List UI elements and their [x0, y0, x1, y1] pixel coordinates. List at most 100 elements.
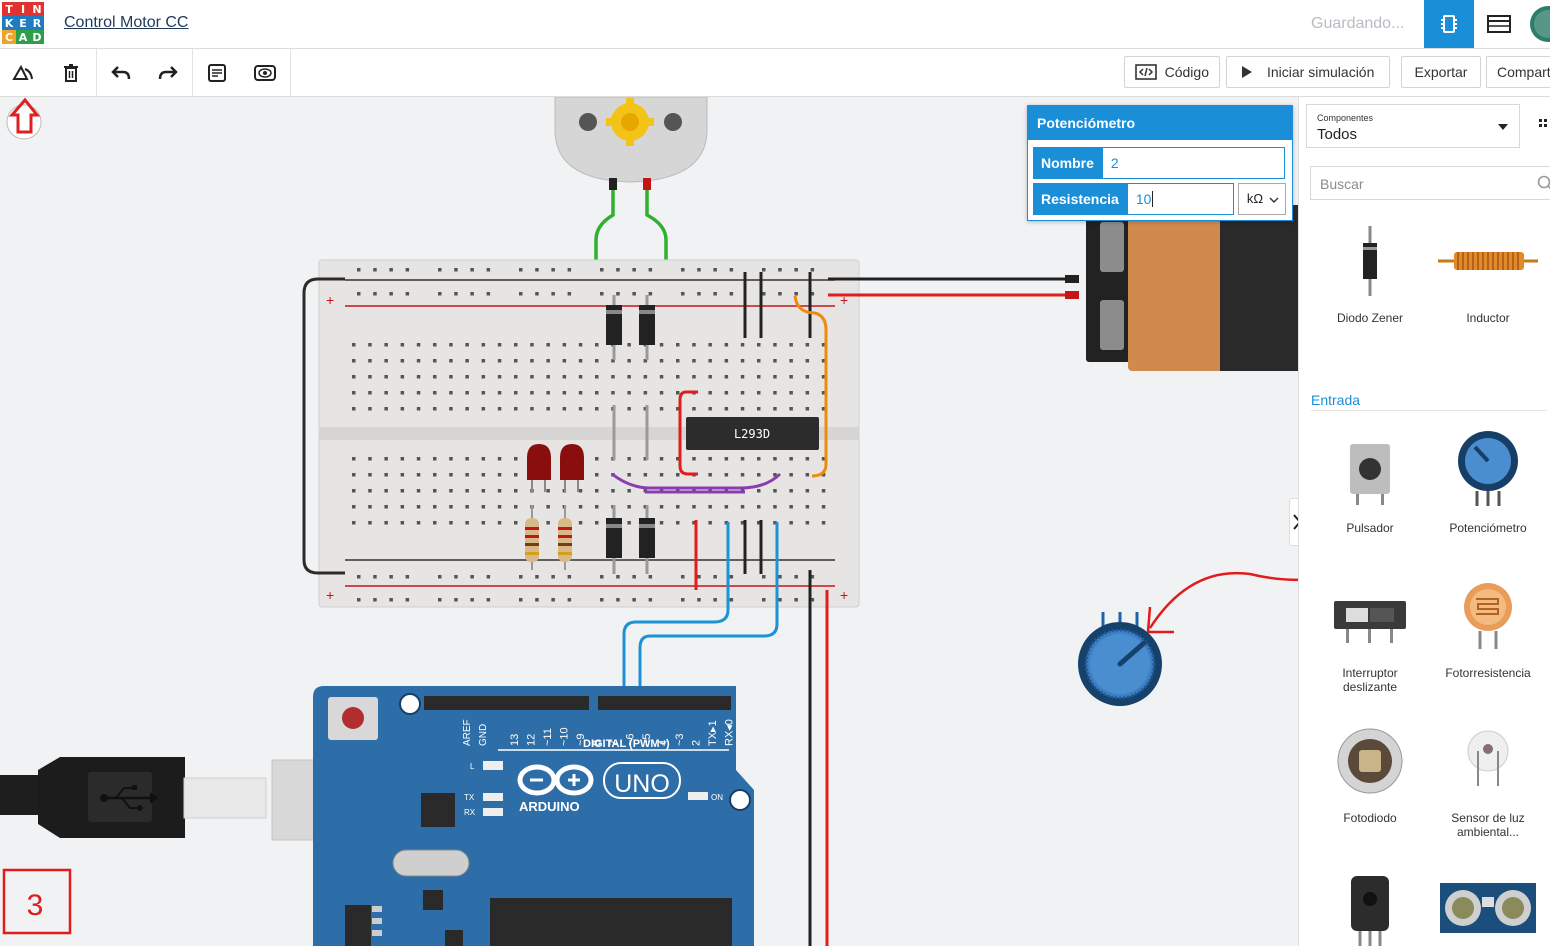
svg-text:+: +	[840, 587, 848, 603]
redo-button[interactable]	[145, 49, 191, 96]
inductor-icon	[1438, 252, 1538, 270]
on-label: ON	[711, 793, 723, 802]
component-label: Interruptor deslizante	[1342, 666, 1398, 694]
user-avatar[interactable]	[1524, 0, 1550, 48]
logo-letter: A	[16, 30, 30, 44]
rotate-button[interactable]	[0, 49, 46, 96]
share-button[interactable]: Compart	[1486, 56, 1550, 88]
components-dropdown[interactable]: Componentes Todos	[1306, 104, 1520, 148]
resistance-row: Resistencia 10 kΩ	[1033, 183, 1286, 215]
start-simulation-button[interactable]: Iniciar simulación	[1226, 56, 1390, 88]
arduino-pin-label: 13	[509, 734, 521, 746]
share-label: Compart	[1497, 64, 1550, 80]
l293d-chip[interactable]: L293D	[686, 417, 819, 450]
unit-select[interactable]: kΩ	[1237, 183, 1286, 215]
logo-letter: N	[30, 2, 44, 16]
resistance-label: Resistencia	[1033, 183, 1127, 215]
avatar-icon	[1530, 6, 1550, 42]
inspector-title: Potenciómetro	[1028, 106, 1292, 140]
circuit-canvas[interactable]: + + + + L293D AREF GND 13 12 ~11 ~10 ~9 …	[0, 97, 1298, 946]
logo-letter: D	[30, 30, 44, 44]
dc-motor[interactable]	[554, 97, 708, 190]
annotation-up-arrow	[6, 97, 42, 140]
logo-letter: I	[16, 2, 30, 16]
component-photodiode[interactable]: Fotodiodo	[1311, 717, 1429, 825]
name-field[interactable]: 2	[1101, 147, 1285, 179]
unit-value: kΩ	[1246, 191, 1264, 206]
arduino-brand: ARDUINO	[519, 799, 580, 814]
component-ultrasonic-sensor[interactable]	[1429, 867, 1547, 946]
save-status: Guardando...	[1311, 15, 1405, 32]
component-zener-diode[interactable]: Diodo Zener	[1311, 217, 1429, 325]
component-inspector: Potenciómetro Nombre 2 Resistencia 10 kΩ	[1027, 105, 1293, 221]
component-label: Potenciómetro	[1449, 521, 1527, 535]
aref-label: AREF	[462, 719, 473, 746]
component-slide-switch[interactable]: Interruptor deslizante	[1311, 572, 1429, 694]
section-input-title: Entrada	[1311, 392, 1361, 408]
components-sidebar: Componentes Todos Buscar Diodo Zener Ind…	[1298, 97, 1550, 946]
tinkercad-logo[interactable]: TINKERCAD	[2, 2, 44, 44]
ir-sensor-icon	[1351, 876, 1389, 946]
search-input[interactable]: Buscar	[1310, 166, 1550, 200]
battery-9v[interactable]	[1086, 205, 1298, 371]
top-bar: TINKERCAD Control Motor CC Guardando...	[0, 0, 1550, 49]
dropdown-arrow-icon	[1498, 124, 1508, 130]
undo-button[interactable]	[98, 49, 144, 96]
arduino-pin-label: ~10	[559, 727, 571, 746]
arduino-pin-label: ~11	[542, 728, 554, 746]
arduino-pin-label: ~3	[674, 733, 686, 746]
photodiode-icon	[1337, 728, 1403, 794]
notes-button[interactable]	[194, 49, 240, 96]
arduino-uno[interactable]: AREF GND 13 12 ~11 ~10 ~9 8 7 ~6 ~5 4 ~3 2 TX▸1 RX◂0 …	[313, 686, 754, 946]
logo-letter: E	[16, 16, 30, 30]
component-pushbutton[interactable]: Pulsador	[1311, 427, 1429, 535]
component-label: Pulsador	[1346, 521, 1394, 535]
component-label: Fotorresistencia	[1445, 666, 1531, 680]
code-button[interactable]: Código	[1124, 56, 1220, 88]
circuit-view-button[interactable]	[1424, 0, 1474, 48]
toolbar: Código Iniciar simulación Exportar Compa…	[0, 49, 1550, 97]
component-inductor[interactable]: Inductor	[1429, 217, 1547, 325]
grid-view-button[interactable]	[1535, 109, 1547, 139]
component-label: Diodo Zener	[1336, 311, 1404, 325]
start-simulation-label: Iniciar simulación	[1267, 64, 1375, 80]
search-icon	[1537, 175, 1550, 190]
ambient-light-sensor-icon	[1467, 730, 1509, 786]
circuit-drawing[interactable]: + + + + L293D AREF GND 13 12 ~11 ~10 ~9 …	[0, 97, 1298, 946]
arduino-pin-label: RX◂0	[724, 719, 736, 746]
logo-letter: C	[2, 30, 16, 44]
name-label: Nombre	[1033, 147, 1102, 179]
visibility-button[interactable]	[242, 49, 288, 96]
svg-text:+: +	[326, 292, 334, 308]
resistance-value: 10	[1135, 191, 1152, 207]
logo-letter: K	[2, 16, 16, 30]
grid-icon	[1539, 119, 1547, 127]
component-photoresistor[interactable]: Fotorresistencia	[1429, 572, 1547, 680]
potentiometer-icon	[1458, 431, 1518, 506]
logo-letter: T	[2, 2, 16, 16]
arduino-model: UNO	[614, 770, 670, 798]
code-label: Código	[1164, 64, 1209, 80]
project-title[interactable]: Control Motor CC	[64, 14, 188, 32]
component-potentiometer[interactable]: Potenciómetro	[1429, 427, 1547, 535]
notes-icon	[208, 63, 226, 82]
chevron-down-icon	[1269, 197, 1279, 203]
tx-label: TX	[464, 793, 475, 802]
step-number: 3	[27, 889, 44, 922]
export-label: Exportar	[1414, 64, 1468, 80]
export-button[interactable]: Exportar	[1401, 56, 1481, 88]
component-label: Sensor de luz ambiental...	[1451, 811, 1525, 839]
eye-icon	[254, 64, 276, 81]
component-list-button[interactable]	[1474, 0, 1524, 48]
logo-letter: R	[30, 16, 44, 30]
resistance-field[interactable]: 10	[1126, 183, 1234, 215]
circuit-icon	[1441, 15, 1457, 33]
pushbutton-icon	[1350, 444, 1390, 505]
component-ir-sensor[interactable]	[1311, 867, 1429, 946]
rx-label: RX	[464, 808, 476, 817]
delete-button[interactable]	[48, 49, 94, 96]
code-icon	[1135, 64, 1157, 80]
step-number-box: 3	[2, 868, 72, 935]
component-ambient-light-sensor[interactable]: Sensor de luz ambiental...	[1429, 717, 1547, 839]
search-placeholder: Buscar	[1320, 176, 1364, 192]
